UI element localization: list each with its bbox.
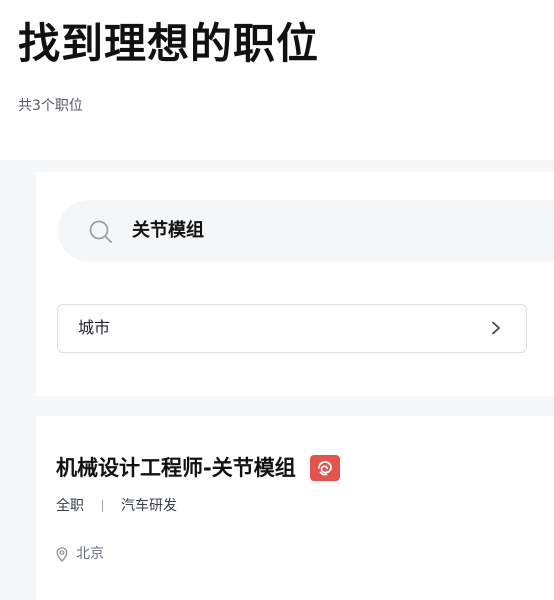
search-icon	[89, 220, 112, 243]
job-meta: 全职 汽车研发	[56, 496, 177, 516]
job-card[interactable]: 机械设计工程师-关节模组 全职 汽车研发 北京	[36, 416, 554, 600]
result-count: 共3个职位	[18, 98, 83, 114]
job-location: 北京	[56, 544, 104, 564]
page-title: 找到理想的职位	[18, 19, 320, 68]
page-header: 找到理想的职位 共3个职位	[0, 0, 554, 160]
job-location-text: 北京	[76, 546, 104, 562]
location-pin-icon	[56, 546, 68, 562]
hot-badge-icon	[309, 455, 340, 481]
city-filter-select[interactable]: 城市	[57, 304, 527, 353]
hot-badge-glyph	[317, 461, 332, 476]
job-category: 汽车研发	[121, 498, 177, 514]
job-title[interactable]: 机械设计工程师-关节模组	[56, 454, 296, 482]
meta-divider	[102, 500, 103, 512]
job-type: 全职	[56, 498, 84, 514]
search-input[interactable]: 关节模组	[58, 200, 554, 262]
search-value[interactable]: 关节模组	[132, 218, 204, 244]
chevron-right-icon	[492, 321, 500, 335]
city-filter-label: 城市	[78, 318, 111, 337]
job-title-row: 机械设计工程师-关节模组	[56, 454, 340, 482]
